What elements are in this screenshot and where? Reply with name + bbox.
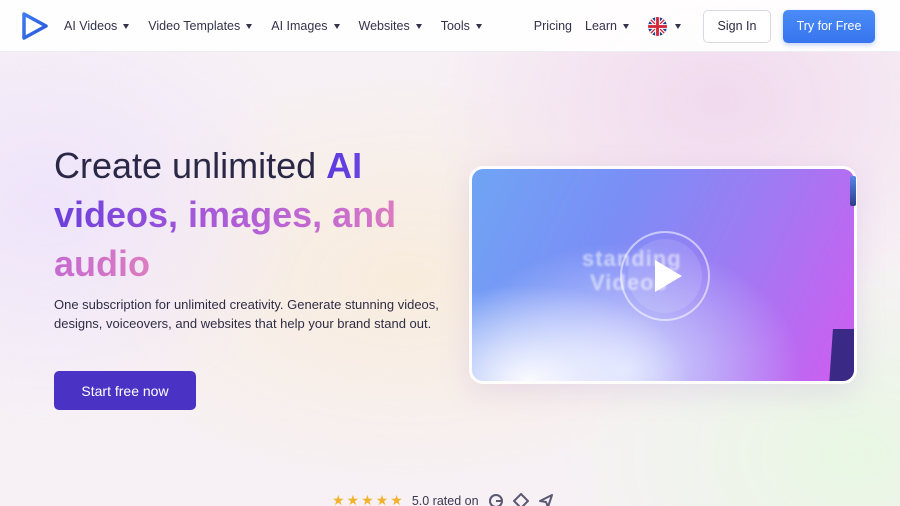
sign-in-button[interactable]: Sign In [703,9,771,43]
nav-item-tools[interactable]: Tools [441,19,482,33]
headline-audio: audio [54,243,150,284]
producthunt-icon[interactable] [538,493,554,506]
play-button[interactable] [620,231,710,321]
chevron-down-icon [675,23,681,29]
chevron-down-icon [415,23,422,29]
rating-text: 5.0 rated on [411,494,479,506]
nav-item-label: Websites [358,19,410,33]
star-icon: ★ [390,493,403,506]
video-side-decor [850,176,856,206]
try-for-free-button[interactable]: Try for Free [783,9,875,43]
hero-headline: Create unlimited AI videos, images, and au… [54,141,454,288]
logo-icon[interactable] [22,12,48,40]
play-icon [654,260,682,292]
headline-media: videos, images, [54,194,323,235]
play-button-inner [628,239,702,313]
nav-item-label: Video Templates [148,19,241,33]
headline-ai: AI [326,145,363,186]
nav-item-video-templates[interactable]: Video Templates [148,19,253,33]
star-icon: ★ [361,493,374,506]
rating-stars: ★ ★ ★ ★ ★ [332,494,403,506]
hero-video-frame: standing Videos [469,166,857,384]
language-selector[interactable] [648,16,681,36]
chevron-down-icon [246,23,253,29]
nav-item-learn[interactable]: Learn [585,19,629,33]
video-decor-card [829,329,854,381]
nav-item-ai-videos[interactable]: AI Videos [64,19,130,33]
rating-row: ★ ★ ★ ★ ★ 5.0 rated on [332,493,554,506]
star-icon: ★ [332,493,345,506]
nav-item-label: Tools [440,19,470,33]
hero-subtitle: One subscription for unlimited creativit… [54,297,439,332]
top-navbar: AI Videos Video Templates AI Images Webs… [0,0,900,52]
chevron-down-icon [475,23,482,29]
nav-item-label: AI Videos [64,19,118,33]
headline-and: and [332,194,397,235]
chevron-down-icon [623,23,629,29]
nav-item-ai-images[interactable]: AI Images [271,19,340,33]
nav-item-label: AI Images [271,19,328,33]
g2-icon[interactable] [488,493,504,506]
nav-link-pricing[interactable]: Pricing [534,19,572,33]
nav-right: Pricing Learn Sign In Try for Free [534,0,875,52]
uk-flag-icon [648,16,667,36]
nav-menu: AI Videos Video Templates AI Images Webs… [64,0,482,52]
chevron-down-icon [123,23,130,29]
capterra-icon[interactable] [512,493,529,506]
headline-plain: Create unlimited [54,145,327,186]
star-icon: ★ [375,493,389,506]
chevron-down-icon [333,23,340,29]
start-free-now-button[interactable]: Start free now [54,371,196,410]
nav-item-websites[interactable]: Websites [359,19,422,33]
hero-video[interactable]: standing Videos [472,169,854,381]
star-icon: ★ [346,493,360,506]
nav-item-label: Learn [585,19,617,33]
